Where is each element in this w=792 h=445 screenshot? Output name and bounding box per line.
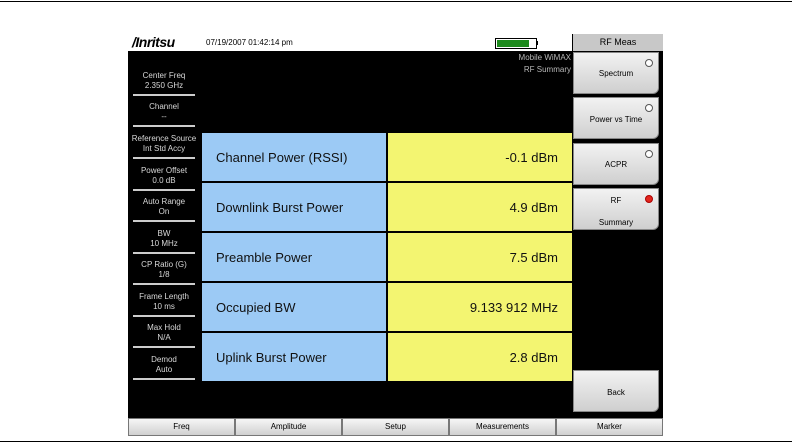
param-label: Frame Length — [139, 292, 189, 301]
param-label: Reference Source — [131, 134, 197, 143]
measurement-title: RF Summary — [523, 65, 571, 74]
softkey-label: Power vs Time — [589, 115, 643, 124]
measurement-value: 2.8 dBm — [388, 333, 572, 381]
param-value: 1/8 — [158, 270, 170, 279]
param-label: Demod — [151, 355, 177, 364]
measurement-value: 7.5 dBm — [388, 233, 572, 281]
param-value: 10 ms — [153, 302, 175, 311]
param-center-freq: Center Freq 2.350 GHz — [128, 71, 200, 96]
param-cp-ratio: CP Ratio (G) 1/8 — [128, 260, 200, 285]
param-auto-range: Auto Range On — [128, 197, 200, 222]
softkey-label: Spectrum — [598, 69, 634, 78]
param-power-offset: Power Offset 0.0 dB — [128, 166, 200, 191]
measurement-value: -0.1 dBm — [388, 133, 572, 181]
param-reference-source: Reference Source Int Std Accy — [128, 134, 200, 159]
status-bar: /Inritsu 07/19/2007 01:42:14 pm — [128, 34, 572, 51]
setup-menu-button[interactable]: Setup — [342, 418, 449, 436]
param-value: N/A — [157, 333, 171, 342]
radio-indicator-icon — [645, 104, 653, 112]
param-value: On — [158, 207, 170, 216]
param-label: Channel — [149, 102, 179, 111]
amplitude-menu-button[interactable]: Amplitude — [235, 418, 342, 436]
param-label: BW — [157, 229, 171, 238]
marker-menu-button[interactable]: Marker — [556, 418, 663, 436]
param-value: Auto — [155, 365, 173, 374]
top-rule — [0, 1, 792, 2]
power-vs-time-softkey[interactable]: Power vs Time — [573, 97, 659, 139]
softkey-menu-title: RF Meas — [573, 34, 663, 51]
timestamp: 07/19/2007 01:42:14 pm — [206, 38, 293, 47]
rf-summary-softkey[interactable]: RF Summary — [573, 188, 659, 230]
measurement-value: 9.133 912 MHz — [388, 283, 572, 331]
table-row: Downlink Burst Power 4.9 dBm — [202, 183, 572, 231]
acpr-softkey[interactable]: ACPR — [573, 143, 659, 185]
mode-title: Mobile WiMAX — [518, 53, 571, 62]
battery-tip — [536, 41, 538, 45]
instrument-screen: /Inritsu 07/19/2007 01:42:14 pm Mobile W… — [128, 34, 663, 436]
back-softkey[interactable]: Back — [573, 370, 659, 412]
radio-indicator-icon — [645, 150, 653, 158]
measurement-label: Uplink Burst Power — [202, 333, 386, 381]
table-row: Occupied BW 9.133 912 MHz — [202, 283, 572, 331]
param-value: -- — [161, 112, 167, 121]
battery-icon — [495, 38, 537, 49]
softkey-label-line2: Summary — [598, 218, 634, 227]
table-row: Preamble Power 7.5 dBm — [202, 233, 572, 281]
param-max-hold: Max Hold N/A — [128, 323, 200, 348]
param-value: 10 MHz — [150, 239, 178, 248]
param-label: Power Offset — [140, 166, 188, 175]
softkey-label-line1: RF — [610, 196, 622, 205]
measurement-label: Preamble Power — [202, 233, 386, 281]
freq-menu-button[interactable]: Freq — [128, 418, 235, 436]
anritsu-logo: /Inritsu — [132, 34, 175, 50]
spectrum-softkey[interactable]: Spectrum — [573, 52, 659, 94]
param-value: 2.350 GHz — [144, 81, 184, 90]
measurement-label: Downlink Burst Power — [202, 183, 386, 231]
measurements-menu-button[interactable]: Measurements — [449, 418, 556, 436]
measurement-label: Occupied BW — [202, 283, 386, 331]
param-label: Center Freq — [142, 71, 186, 80]
param-channel: Channel -- — [128, 102, 200, 127]
measurement-value: 4.9 dBm — [388, 183, 572, 231]
param-label: Auto Range — [142, 197, 186, 206]
param-value: 0.0 dB — [152, 176, 176, 185]
table-row: Uplink Burst Power 2.8 dBm — [202, 333, 572, 381]
table-row: Channel Power (RSSI) -0.1 dBm — [202, 133, 572, 181]
softkey-label: ACPR — [604, 160, 628, 169]
measurement-label: Channel Power (RSSI) — [202, 133, 386, 181]
param-bw: BW 10 MHz — [128, 229, 200, 254]
param-label: CP Ratio (G) — [141, 260, 187, 269]
param-frame-length: Frame Length 10 ms — [128, 292, 200, 317]
bottom-rule — [0, 441, 792, 442]
param-demod: Demod Auto — [128, 355, 200, 380]
radio-indicator-icon — [645, 59, 653, 67]
param-label: Max Hold — [147, 323, 181, 332]
param-value: Int Std Accy — [142, 144, 186, 153]
softkey-label: Back — [607, 388, 625, 397]
